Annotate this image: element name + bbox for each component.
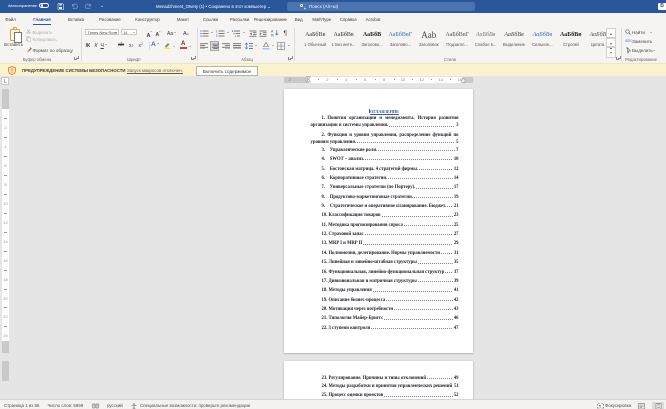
svg-text:Я: Я [271, 34, 274, 38]
svg-text:3: 3 [216, 35, 218, 37]
svg-text:А: А [271, 30, 274, 34]
svg-text:¶: ¶ [599, 403, 601, 408]
